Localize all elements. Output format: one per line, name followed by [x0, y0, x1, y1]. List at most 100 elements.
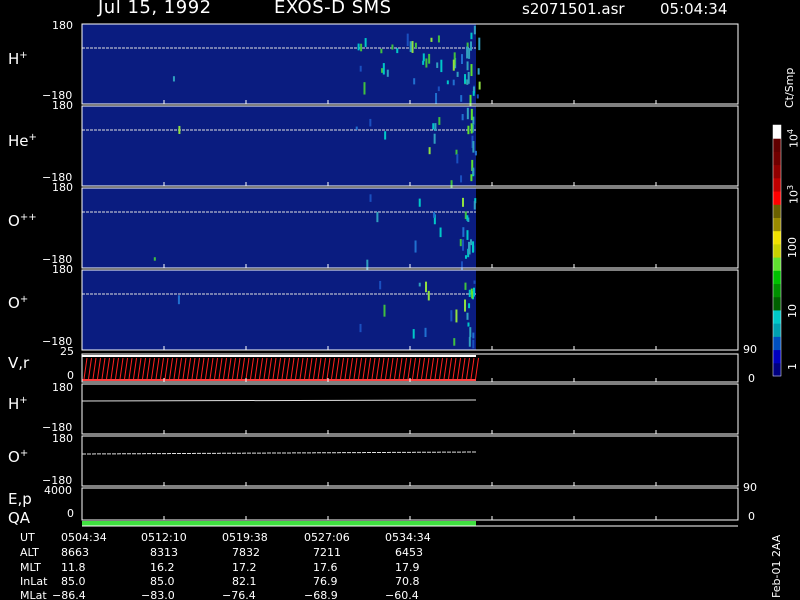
heatmap-cell — [460, 54, 463, 64]
heatmap-cell — [468, 303, 471, 309]
heatmap-cell — [425, 281, 428, 293]
table-cell: 76.9 — [313, 575, 338, 588]
table-cell: 17.6 — [313, 561, 338, 574]
heatmap-cell — [473, 25, 476, 35]
table-cell: 8313 — [150, 546, 178, 559]
h-line-top-tick: 180 — [52, 381, 73, 394]
heatmap-cell — [359, 323, 362, 333]
colorbar-segment — [773, 283, 781, 298]
heatmap-h-plus — [82, 24, 476, 104]
sms-plot-window: { "header": { "date": "Jul 15, 1992", "i… — [0, 0, 800, 600]
heatmap-cell — [363, 82, 366, 95]
colorbar-segment — [773, 349, 781, 364]
colorbar-segment — [773, 323, 781, 337]
colorbar-segment — [773, 270, 781, 285]
heatmap-cell — [472, 141, 475, 153]
table-cell: 7832 — [232, 546, 260, 559]
colorbar-segment — [773, 362, 781, 377]
heatmap-cell — [369, 194, 372, 202]
heatmap-cell — [369, 118, 372, 127]
heatmap-cell — [467, 125, 470, 135]
heatmap-cell — [434, 123, 437, 132]
heatmap-cell — [439, 227, 442, 238]
heatmap-cell — [414, 42, 417, 49]
heatmap-cell — [178, 125, 181, 134]
heatmap-cell — [355, 126, 358, 130]
table-cell: −60.4 — [385, 589, 419, 600]
heatmap-cell — [177, 295, 180, 305]
heatmap-cell — [464, 255, 467, 259]
heatmap-cell — [470, 64, 473, 77]
table-cell: 11.8 — [61, 561, 86, 574]
table-cell: 0527:06 — [304, 531, 350, 544]
heatmap-cell — [468, 336, 471, 347]
heatmap-cell — [466, 46, 469, 59]
colorbar-segment — [773, 217, 781, 232]
heatmap-cell — [472, 339, 475, 349]
heatmap-cell — [466, 230, 469, 240]
heatmap-cell — [469, 327, 472, 338]
table-cell: 16.2 — [150, 561, 175, 574]
heatmap-cell — [473, 201, 476, 210]
heatmap-cell — [472, 287, 475, 297]
colorbar-segment — [773, 191, 781, 205]
heatmap-cell — [476, 94, 479, 99]
heatmap-cell — [172, 76, 175, 82]
heatmap-cell — [422, 60, 425, 65]
velocity-sawtooth — [83, 357, 479, 380]
table-cell: 85.0 — [150, 575, 175, 588]
heatmap-cell — [411, 41, 414, 53]
heatmap-o-plus-plus — [82, 188, 476, 268]
heatmap-cell — [153, 257, 156, 261]
row-label-ut: UT — [20, 531, 35, 544]
vr-right-top-tick: 90 — [743, 343, 757, 356]
heatmap-cell — [470, 174, 473, 182]
heatmap-cell — [437, 86, 440, 92]
heatmap-cell — [433, 211, 436, 218]
heatmap-cell — [468, 289, 471, 298]
heatmap-cell — [357, 43, 360, 51]
ep-left-top-tick: 4000 — [44, 484, 72, 497]
ep-left-bottom-tick: 0 — [67, 507, 74, 520]
heatmap-cell — [418, 282, 421, 287]
row-label-mlt: MLT — [20, 561, 41, 574]
vr-right-bottom-tick: 0 — [748, 372, 755, 385]
colorbar-segment — [773, 309, 781, 324]
qa-label: QA — [8, 509, 31, 527]
table-cell: 8663 — [61, 546, 89, 559]
heatmap-cell — [406, 33, 409, 47]
heatmap-cell — [383, 304, 386, 317]
op-top-tick: 180 — [52, 263, 73, 276]
table-cell: 85.0 — [61, 575, 86, 588]
heatmap-cell — [446, 80, 449, 85]
heatmap-cell — [469, 239, 472, 246]
o-line-panel-label: O+ — [8, 448, 29, 466]
heatmap-cell — [379, 280, 382, 290]
heatmap-cell — [466, 312, 469, 320]
heatmap-cell — [376, 212, 379, 223]
colorbar-tick-1: 1 — [786, 363, 799, 370]
heatmap-cell — [459, 238, 462, 247]
heatmap-cell — [391, 44, 394, 50]
colorbar-segment — [773, 138, 781, 152]
heatmap-cell — [453, 338, 456, 346]
table-cell: −76.4 — [222, 589, 256, 600]
heatmap-cell — [360, 43, 363, 52]
heatmap-cell — [456, 71, 459, 77]
heatmap-o-plus — [82, 270, 476, 350]
heatmap-cell — [430, 37, 433, 42]
h-trace — [81, 399, 477, 402]
colorbar-segment — [773, 230, 781, 245]
heatmap-cell — [472, 245, 475, 252]
ep-panel-label: E,p — [8, 490, 32, 508]
heatmap-cell — [381, 68, 384, 73]
heatmap-cell — [473, 280, 476, 284]
table-cell: −83.0 — [141, 589, 175, 600]
colorbar-tick-10: 10 — [786, 304, 799, 318]
heatmap-cell — [464, 74, 467, 84]
heatmap-cell — [428, 147, 431, 155]
heatmap-cell — [478, 81, 481, 90]
colorbar-segment — [773, 125, 781, 139]
he-top-tick: 180 — [52, 99, 73, 112]
heatmap-cell — [364, 38, 367, 47]
